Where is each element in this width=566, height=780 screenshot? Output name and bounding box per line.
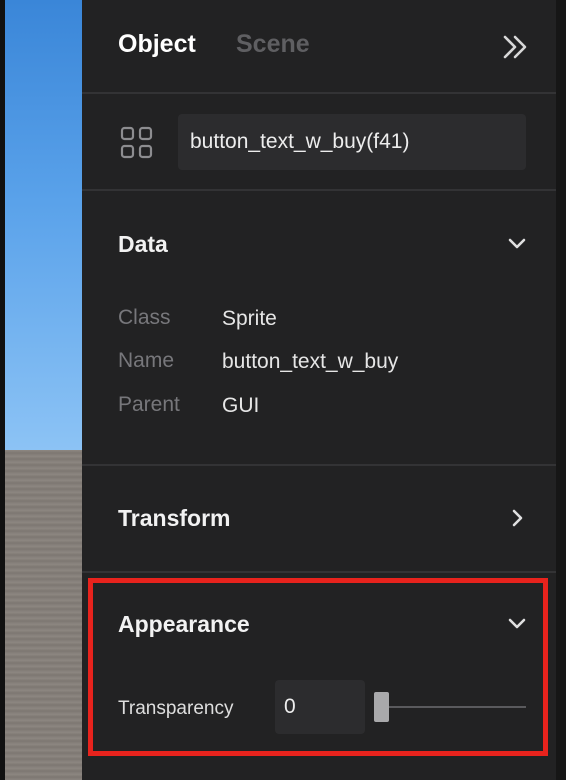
transform-divider	[82, 571, 556, 573]
scene-viewport[interactable]	[0, 0, 82, 780]
chevron-right-icon[interactable]	[506, 507, 528, 529]
double-chevron-right-icon	[503, 35, 527, 59]
prop-key-class: Class	[118, 306, 171, 329]
object-name-input[interactable]	[178, 114, 526, 170]
viewport-ground	[0, 450, 82, 780]
prop-value-name: button_text_w_buy	[222, 350, 399, 373]
viewport-edge	[0, 0, 5, 780]
prop-key-parent: Parent	[118, 393, 180, 416]
header-divider	[82, 92, 556, 94]
data-divider	[82, 464, 556, 466]
name-divider	[82, 189, 556, 191]
tab-object[interactable]: Object	[118, 30, 196, 59]
chevron-down-icon[interactable]	[506, 232, 528, 254]
chevron-down-icon[interactable]	[506, 612, 528, 634]
prop-value-class: Sprite	[222, 307, 277, 330]
transparency-input[interactable]	[275, 680, 365, 734]
panel-border	[556, 0, 566, 780]
transparency-slider-thumb[interactable]	[374, 692, 389, 722]
grid-icon	[120, 126, 154, 160]
tab-scene[interactable]: Scene	[236, 30, 310, 59]
transparency-slider-track[interactable]	[380, 706, 526, 708]
prop-key-name: Name	[118, 349, 175, 372]
section-title-transform[interactable]: Transform	[118, 505, 230, 532]
section-title-appearance[interactable]: Appearance	[118, 611, 250, 638]
prop-value-parent: GUI	[222, 394, 260, 417]
transparency-label: Transparency	[118, 698, 234, 719]
section-title-data[interactable]: Data	[118, 231, 168, 258]
collapse-panel-button[interactable]	[500, 32, 530, 62]
viewport-sky	[0, 0, 82, 450]
